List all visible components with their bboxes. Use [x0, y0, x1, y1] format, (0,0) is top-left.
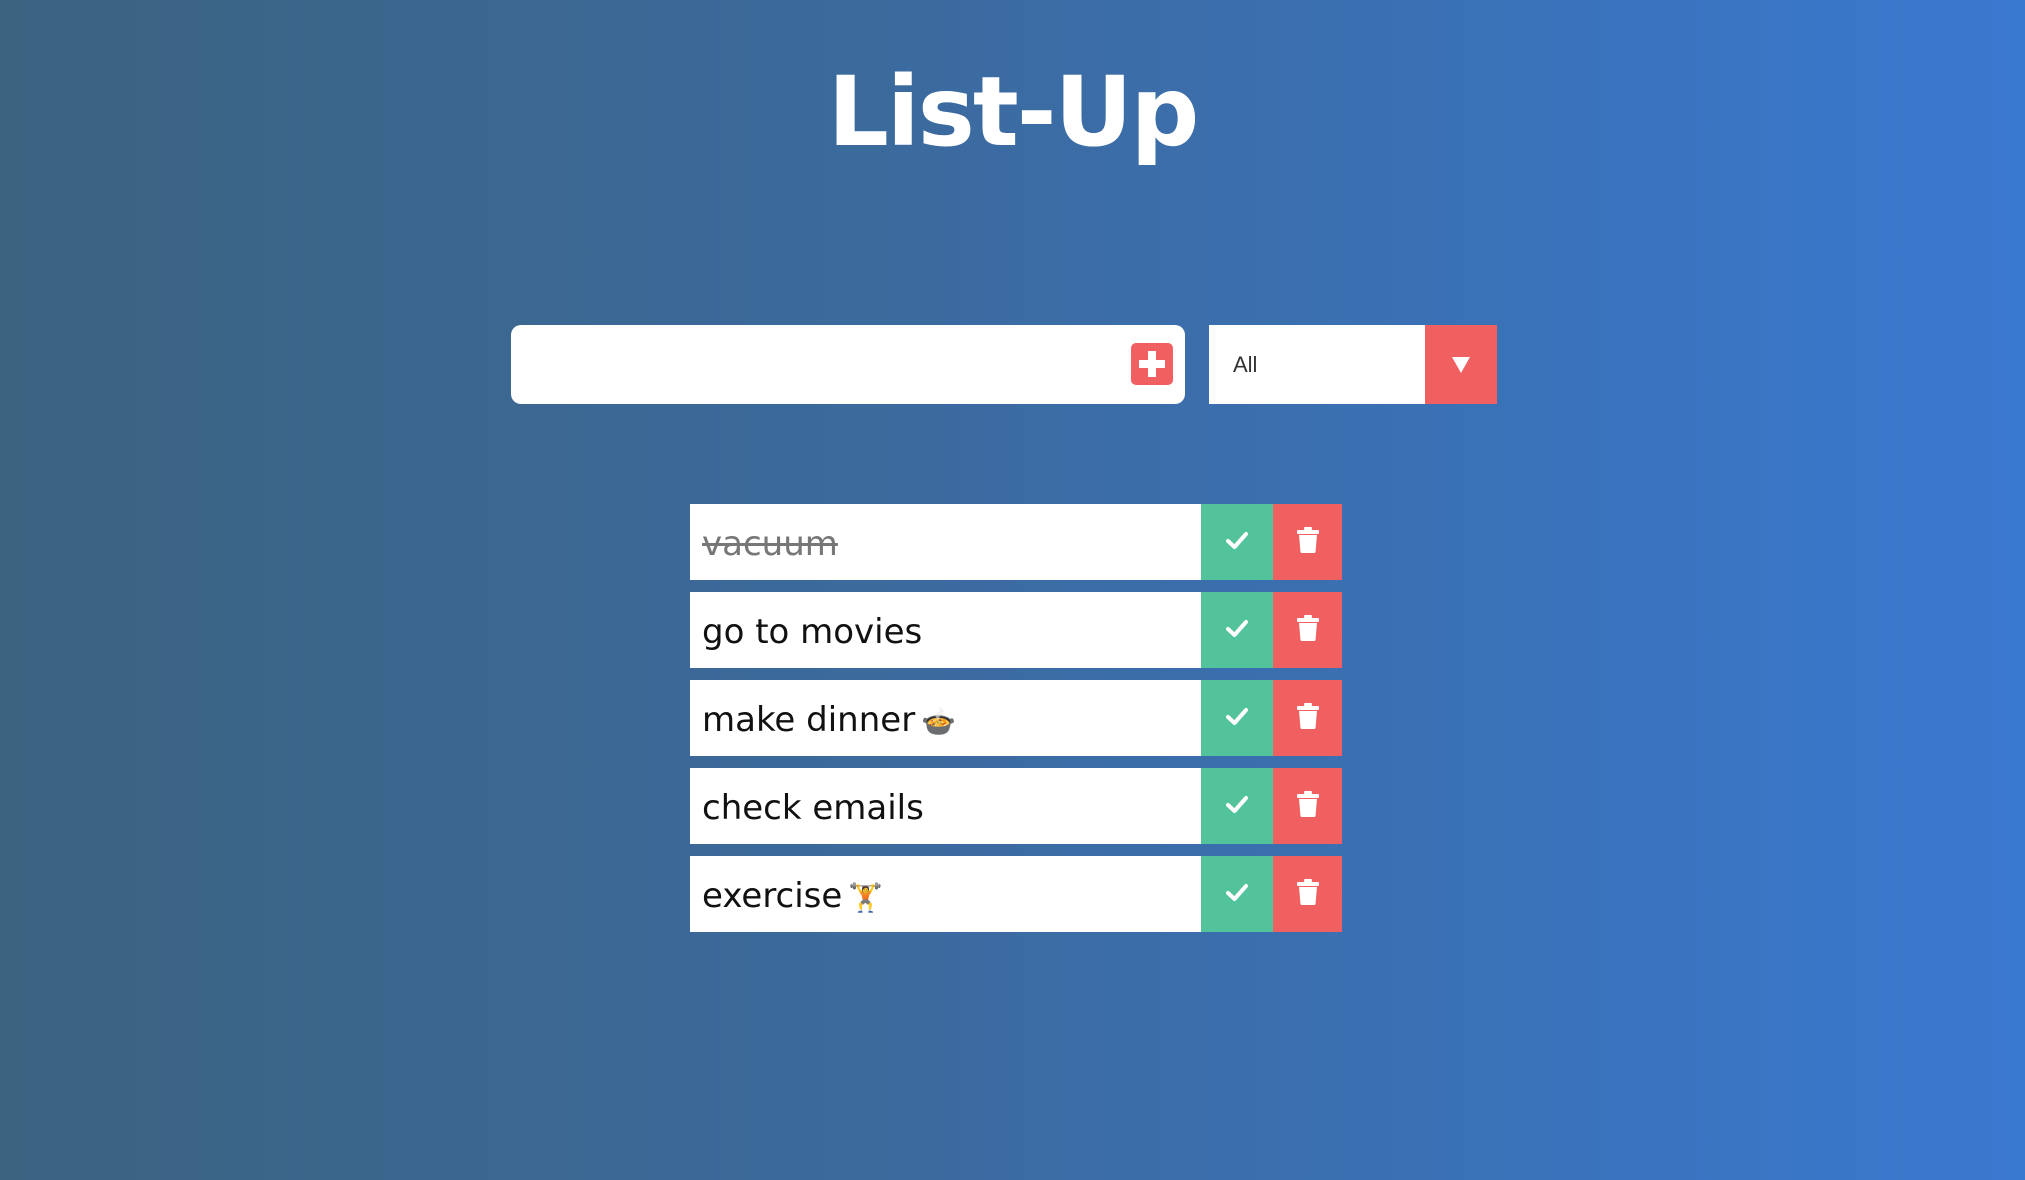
page-title: List-Up	[827, 56, 1200, 168]
todo-item: vacuum	[690, 504, 1342, 580]
todo-item: check emails	[690, 768, 1342, 844]
todo-item: make dinner 🍲	[690, 680, 1342, 756]
todo-list: vacuum go to movies make dinner 🍲 check e…	[690, 504, 1342, 944]
todo-text: check emails	[702, 788, 924, 828]
todo-entry-box	[511, 325, 1185, 404]
filter-select[interactable]: All	[1209, 325, 1497, 404]
todo-item: exercise 🏋️	[690, 856, 1342, 932]
delete-button[interactable]	[1273, 856, 1342, 932]
filter-selected-value: All	[1233, 352, 1258, 377]
todo-text: exercise 🏋️	[702, 876, 884, 916]
delete-button[interactable]	[1273, 680, 1342, 756]
check-icon	[1226, 532, 1248, 549]
delete-button[interactable]	[1273, 504, 1342, 580]
complete-button[interactable]	[1201, 768, 1273, 844]
check-icon	[1226, 884, 1248, 901]
todo-input[interactable]	[527, 335, 1121, 395]
check-icon	[1226, 620, 1248, 637]
todo-text: make dinner 🍲	[702, 700, 957, 740]
trash-icon	[1297, 615, 1319, 641]
complete-button[interactable]	[1201, 592, 1273, 668]
check-icon	[1226, 708, 1248, 725]
complete-button[interactable]	[1201, 680, 1273, 756]
trash-icon	[1297, 703, 1319, 729]
complete-button[interactable]	[1201, 504, 1273, 580]
trash-icon	[1297, 527, 1319, 553]
trash-icon	[1297, 791, 1319, 817]
todo-emoji: 🏋️	[848, 881, 884, 914]
filter-dropdown-button[interactable]	[1425, 325, 1497, 404]
check-icon	[1226, 796, 1248, 813]
todo-text: go to movies	[702, 612, 923, 652]
caret-down-icon	[1452, 357, 1470, 373]
todo-text: vacuum	[702, 524, 838, 564]
add-todo-button[interactable]	[1131, 343, 1173, 385]
todo-emoji: 🍲	[921, 705, 957, 738]
complete-button[interactable]	[1201, 856, 1273, 932]
delete-button[interactable]	[1273, 592, 1342, 668]
delete-button[interactable]	[1273, 768, 1342, 844]
todo-item: go to movies	[690, 592, 1342, 668]
trash-icon	[1297, 879, 1319, 905]
